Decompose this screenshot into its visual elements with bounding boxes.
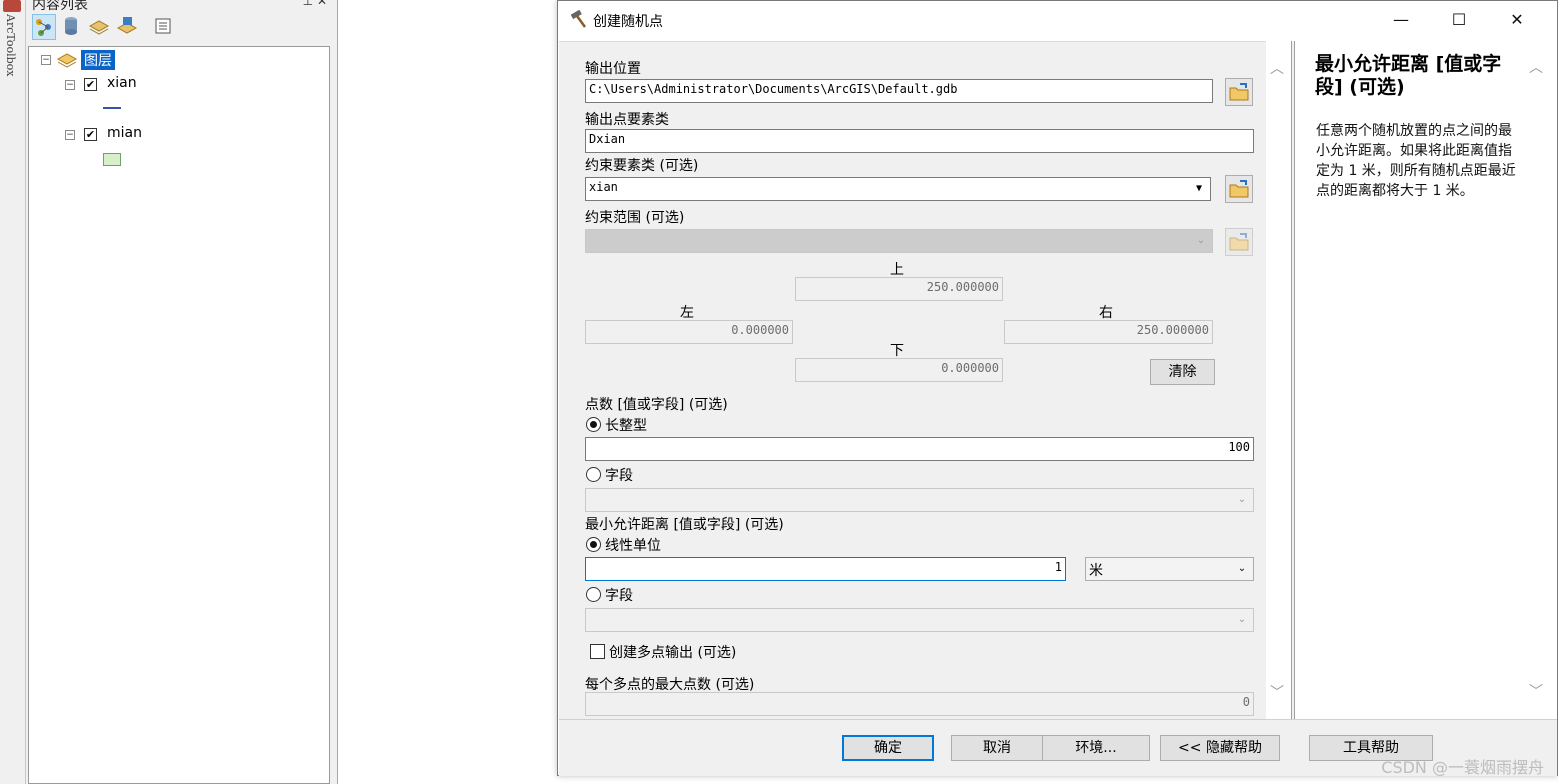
line-symbol-icon [103, 107, 121, 109]
min-distance-field-dropdown[interactable]: ⌄ [585, 608, 1254, 632]
chevron-down-icon[interactable]: ⌄ [1233, 611, 1251, 629]
create-random-points-dialog: 创建随机点 — ☐ ✕ 输出位置 C:\Users\Administrator\… [557, 0, 1558, 776]
constraint-extent-label: 约束范围 (可选) [585, 210, 685, 226]
collapse-layers-toggle[interactable]: − [41, 55, 51, 65]
cancel-button[interactable]: 取消 [951, 735, 1043, 761]
extent-top-label: 上 [890, 262, 904, 278]
toc-tree: − 图层 − ✔ xian − ✔ mian [28, 46, 330, 784]
help-pane: 最小允许距离 [值或字段] (可选) 任意两个随机放置的点之间的最小允许距离。如… [1295, 41, 1557, 719]
create-multipoint-checkbox[interactable] [590, 644, 605, 659]
options-icon[interactable] [152, 14, 176, 40]
collapse-mian-toggle[interactable]: − [65, 130, 75, 140]
output-fc-input[interactable]: Dxian [585, 129, 1254, 153]
layers-root-label[interactable]: 图层 [81, 50, 115, 70]
constraint-fc-browse-button[interactable] [1225, 175, 1253, 203]
layer-name-mian[interactable]: mian [107, 125, 142, 141]
arctoolbox-strip[interactable]: ArcToolbox [0, 0, 26, 784]
constraint-fc-label: 约束要素类 (可选) [585, 158, 699, 174]
watermark: CSDN @一蓑烟雨摆舟 [1381, 758, 1544, 777]
extent-bottom-label: 下 [890, 343, 904, 359]
help-scroll-down-icon[interactable]: ﹀ [1529, 681, 1543, 701]
min-distance-label: 最小允许距离 [值或字段] (可选) [585, 517, 784, 533]
collapse-xian-toggle[interactable]: − [65, 80, 75, 90]
dropdown-arrow-icon[interactable]: ▼ [1190, 180, 1208, 198]
max-points-label: 每个多点的最大点数 (可选) [585, 677, 755, 693]
create-multipoint-label: 创建多点输出 (可选) [609, 645, 737, 661]
output-location-browse-button[interactable] [1225, 78, 1253, 106]
min-distance-value-input[interactable]: 1 [585, 557, 1066, 581]
hammer-icon [568, 9, 588, 29]
dialog-titlebar[interactable]: 创建随机点 — ☐ ✕ [558, 1, 1557, 39]
num-points-label: 点数 [值或字段] (可选) [585, 397, 728, 413]
clear-extent-button[interactable]: 清除 [1150, 359, 1215, 385]
extent-bottom-input[interactable]: 0.000000 [795, 358, 1003, 382]
list-by-visibility-icon[interactable] [88, 14, 112, 40]
help-scroll-up-icon[interactable]: ︿ [1529, 57, 1543, 77]
num-points-field-radio[interactable] [586, 467, 601, 482]
xian-visibility-checkbox[interactable]: ✔ [84, 78, 97, 91]
constraint-fc-value: xian [589, 180, 618, 194]
list-by-selection-icon[interactable] [116, 14, 140, 40]
table-of-contents-panel: 内容列表 ⊥ ✕ − 图层 − ✔ xian − ✔ mian [26, 0, 338, 784]
num-points-long-radio[interactable] [586, 417, 601, 432]
extent-left-input[interactable]: 0.000000 [585, 320, 793, 344]
output-location-input[interactable]: C:\Users\Administrator\Documents\ArcGIS\… [585, 79, 1213, 103]
environments-button[interactable]: 环境... [1042, 735, 1150, 761]
toolbox-icon [3, 0, 21, 12]
num-points-field-dropdown[interactable]: ⌄ [585, 488, 1254, 512]
maximize-button[interactable]: ☐ [1430, 1, 1488, 39]
help-title: 最小允许距离 [值或字段] (可选) [1315, 53, 1502, 98]
dialog-title: 创建随机点 [593, 14, 663, 30]
list-by-drawing-order-icon[interactable] [32, 14, 56, 40]
mian-visibility-checkbox[interactable]: ✔ [84, 128, 97, 141]
parameters-pane: 输出位置 C:\Users\Administrator\Documents\Ar… [559, 41, 1284, 719]
min-distance-linear-label: 线性单位 [605, 538, 661, 554]
constraint-fc-dropdown[interactable]: xian ▼ [585, 177, 1211, 201]
num-points-field-label: 字段 [605, 468, 633, 484]
extent-right-input[interactable]: 250.000000 [1004, 320, 1213, 344]
min-distance-field-radio[interactable] [586, 587, 601, 602]
output-fc-label: 输出点要素类 [585, 112, 669, 128]
ok-button[interactable]: 确定 [842, 735, 934, 761]
arctoolbox-label: ArcToolbox [4, 14, 17, 77]
toc-title-buttons[interactable]: ⊥ ✕ [303, 0, 327, 8]
toc-toolbar [30, 14, 330, 42]
close-button[interactable]: ✕ [1488, 1, 1546, 39]
chevron-down-icon[interactable]: ⌄ [1233, 491, 1251, 509]
list-by-source-icon[interactable] [60, 14, 84, 40]
max-points-input[interactable]: 0 [585, 692, 1254, 716]
extent-right-label: 右 [1099, 305, 1113, 321]
layer-name-xian[interactable]: xian [107, 75, 137, 91]
min-distance-unit-dropdown[interactable]: 米 ⌄ [1085, 557, 1254, 581]
chevron-down-icon[interactable]: ⌄ [1192, 232, 1210, 250]
output-location-label: 输出位置 [585, 61, 641, 77]
layers-group-icon [56, 51, 78, 69]
polygon-symbol-icon [103, 153, 121, 166]
hide-help-button[interactable]: << 隐藏帮助 [1160, 735, 1280, 761]
help-text: 任意两个随机放置的点之间的最小允许距离。如果将此距离值指定为 1 米，则所有随机… [1316, 123, 1516, 199]
constraint-extent-browse-button[interactable] [1225, 228, 1253, 256]
constraint-extent-dropdown[interactable]: ⌄ [585, 229, 1213, 253]
min-distance-linear-radio[interactable] [586, 537, 601, 552]
minimize-button[interactable]: — [1372, 1, 1430, 39]
unit-value: 米 [1089, 563, 1103, 579]
num-points-long-label: 长整型 [605, 418, 647, 434]
chevron-down-icon[interactable]: ⌄ [1233, 560, 1251, 578]
toc-title: 内容列表 [32, 0, 88, 13]
extent-left-label: 左 [680, 305, 694, 321]
num-points-value-input[interactable]: 100 [585, 437, 1254, 461]
min-distance-field-label: 字段 [605, 588, 633, 604]
extent-top-input[interactable]: 250.000000 [795, 277, 1003, 301]
scroll-up-icon[interactable]: ︿ [1270, 58, 1284, 78]
scroll-down-icon[interactable]: ﹀ [1270, 682, 1284, 702]
